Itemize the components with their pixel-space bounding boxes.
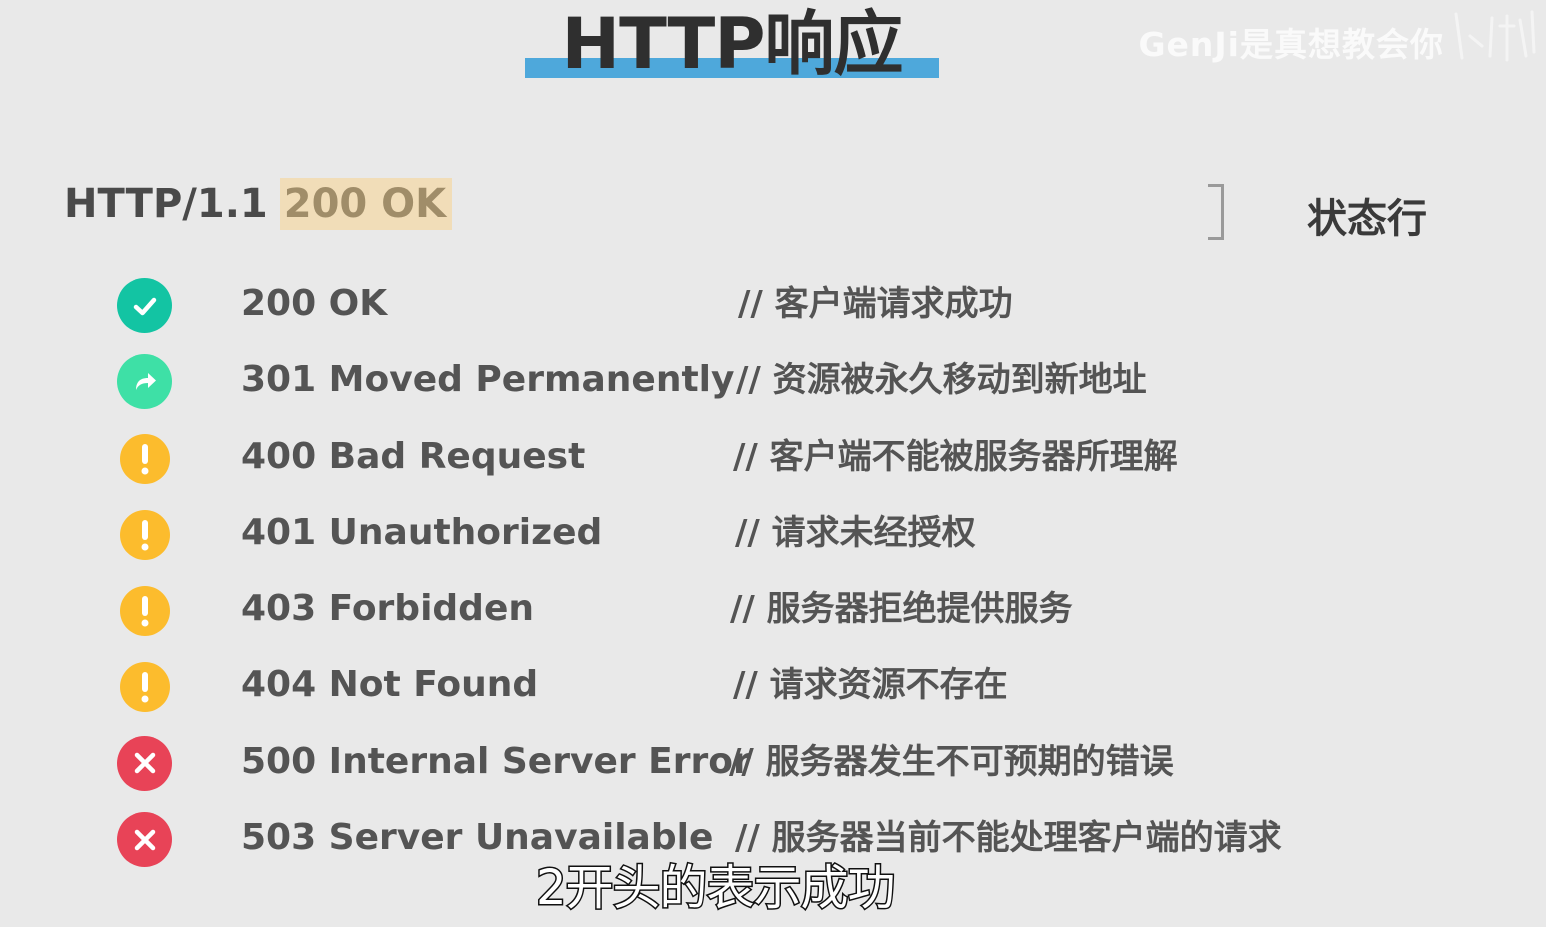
exclamation-icon xyxy=(120,586,170,637)
status-description: // 请求资源不存在 xyxy=(733,665,1008,706)
list-item: 401 Unauthorized // 请求未经授权 xyxy=(0,493,1546,569)
status-description: // 客户端请求成功 xyxy=(738,284,1013,324)
status-code: 403 Forbidden xyxy=(241,588,534,630)
video-subtitle: 2开头的表示成功 xyxy=(535,859,898,918)
status-description: // 客户端不能被服务器所理解 xyxy=(733,436,1178,477)
page-title: HTTP响应 xyxy=(561,3,904,85)
title-block: HTTP响应 xyxy=(525,0,939,84)
check-icon xyxy=(117,278,172,333)
http-version: HTTP/1.1 xyxy=(64,181,268,227)
status-code-list: 200 OK // 客户端请求成功 301 Moved Permanently … xyxy=(0,264,1546,874)
status-code: 401 Unauthorized xyxy=(241,511,603,553)
status-description: // 资源被永久移动到新地址 xyxy=(736,360,1147,401)
watermark: GenJi是真想教会你 xyxy=(1138,25,1444,64)
list-item: 403 Forbidden // 服务器拒绝提供服务 xyxy=(0,569,1546,645)
list-item: 500 Internal Server Error // 服务器发生不可预期的错… xyxy=(0,722,1546,798)
list-item: 200 OK // 客户端请求成功 xyxy=(0,264,1546,340)
bracket-icon xyxy=(1208,184,1224,240)
redirect-arrow-icon xyxy=(117,354,172,410)
close-x-icon xyxy=(117,812,172,868)
list-item: 400 Bad Request // 客户端不能被服务器所理解 xyxy=(0,417,1546,493)
status-code: 404 Not Found xyxy=(241,664,539,706)
exclamation-icon xyxy=(120,662,170,713)
status-code: 400 Bad Request xyxy=(241,435,586,477)
status-code: 200 OK xyxy=(241,283,388,324)
status-description: // 服务器拒绝提供服务 xyxy=(730,589,1073,630)
status-code: 301 Moved Permanently xyxy=(241,359,735,401)
status-code-highlight: 200 OK xyxy=(279,178,453,230)
status-description: // 请求未经授权 xyxy=(735,512,976,553)
exclamation-icon xyxy=(120,433,170,484)
status-code: 500 Internal Server Error xyxy=(241,740,751,782)
watermark-logo-icon xyxy=(1454,10,1536,62)
status-line-label: 状态行 xyxy=(1307,196,1427,242)
status-line: HTTP/1.1 200 OK xyxy=(64,178,453,230)
close-x-icon xyxy=(117,735,172,791)
list-item: 404 Not Found // 请求资源不存在 xyxy=(0,645,1546,721)
exclamation-icon xyxy=(120,509,170,560)
status-description: // 服务器发生不可预期的错误 xyxy=(729,741,1174,782)
list-item: 301 Moved Permanently // 资源被永久移动到新地址 xyxy=(0,340,1546,416)
